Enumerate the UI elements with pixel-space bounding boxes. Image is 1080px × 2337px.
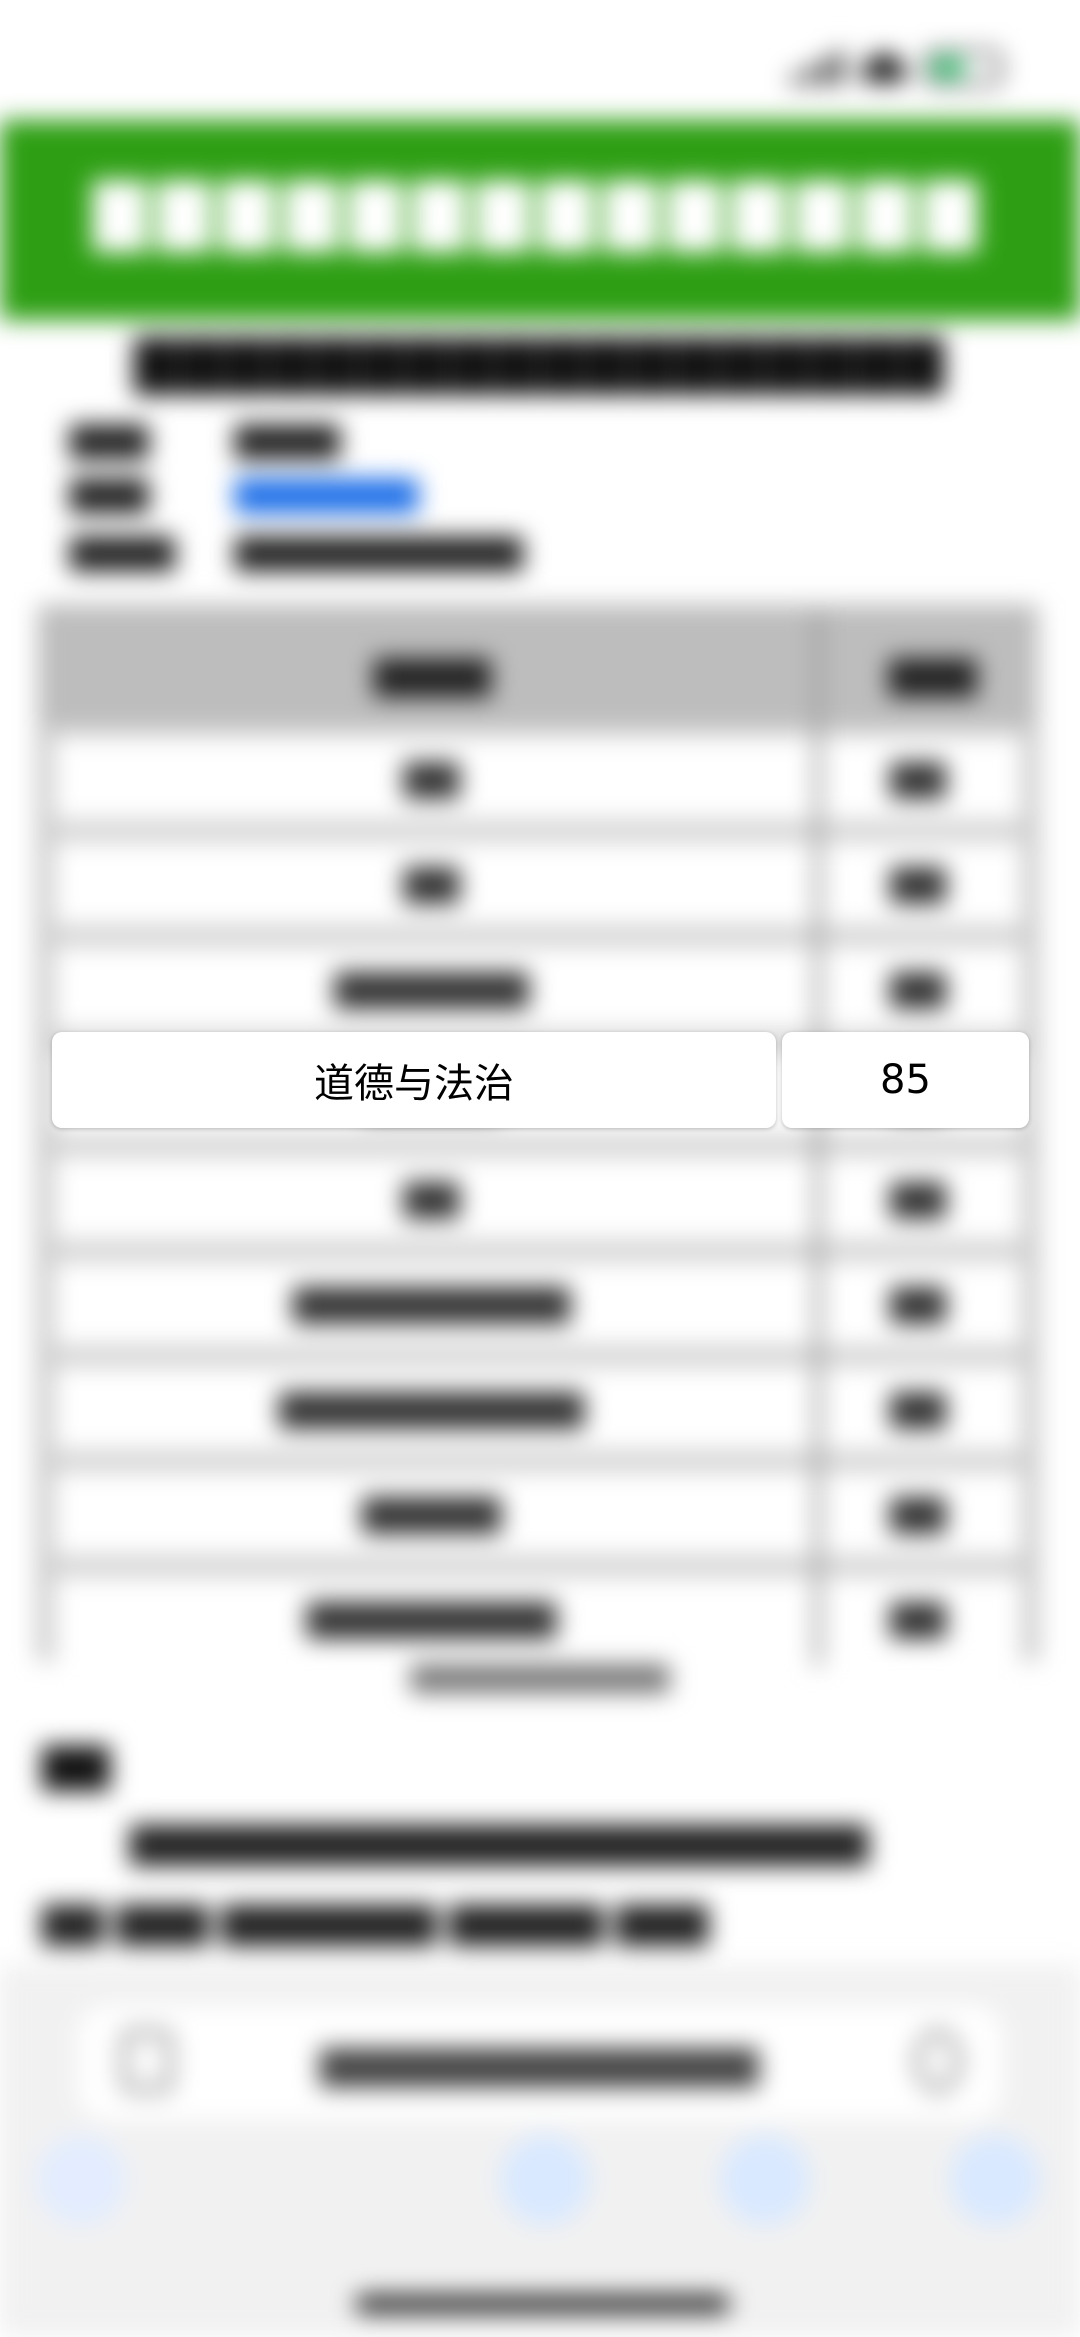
table-row: ▇▇ ▇▇ <box>54 1156 1022 1241</box>
table-header: ▇▇▇▇ ▇▇▇ <box>44 611 1032 726</box>
battery-icon <box>924 50 1002 86</box>
forward-icon[interactable] <box>270 2135 360 2225</box>
reload-icon[interactable] <box>915 2030 961 2092</box>
back-icon[interactable] <box>36 2135 126 2225</box>
table-row: ▇▇ ▇▇ <box>54 841 1022 926</box>
table-row: ▇▇▇▇▇▇▇▇▇▇▇ ▇▇ <box>54 1366 1022 1451</box>
screen: ▇▇▇▇▇▇▇▇▇▇▇▇▇▇ ▇▇▇▇▇▇▇▇▇▇▇▇▇▇▇▇▇▇ ▇▇▇ ▇▇▇… <box>0 0 1080 2337</box>
site-header-title: ▇▇▇▇▇▇▇▇▇▇▇▇▇▇ <box>93 170 987 252</box>
tab-switcher-icon[interactable] <box>950 2135 1040 2225</box>
table-row: ▇▇▇▇▇▇▇▇▇▇ ▇▇ <box>54 1261 1022 1346</box>
status-time <box>115 45 185 91</box>
wifi-icon <box>862 53 906 83</box>
notes-heading: ▇▇ <box>42 1740 110 1791</box>
home-indicator <box>355 2295 730 2313</box>
table-row: ▇▇▇▇▇▇▇▇▇ ▇▇ <box>54 1576 1022 1661</box>
status-icons <box>790 50 1002 86</box>
score-cell: 85 <box>782 1032 1029 1128</box>
address-bar-url[interactable]: ▇▇▇▇▇▇▇▇▇▇▇▇▇▇▇ <box>320 2043 758 2087</box>
status-bar <box>0 0 1080 120</box>
focused-table-row: 道德与法治 85 <box>52 1032 1052 1128</box>
meta-row-1: ▇▇▇ ▇▇▇▇ <box>70 420 340 460</box>
bookmarks-icon[interactable] <box>720 2135 810 2225</box>
table-column-divider <box>814 611 822 1666</box>
subject-cell: 道德与法治 <box>52 1032 776 1128</box>
score-table: ▇▇▇▇ ▇▇▇ ▇▇ ▇▇ ▇▇ ▇▇ ▇▇▇▇▇▇▇ ▇▇ ▇▇ ▇▇ ▇▇▇ ▇▇▇… <box>38 605 1038 1666</box>
table-row: ▇▇▇▇▇▇▇ ▇▇ <box>54 946 1022 1031</box>
document-title: ▇▇▇▇▇▇▇▇▇▇▇▇▇▇▇▇▇▇ <box>134 330 946 395</box>
cellular-signal-icon <box>790 51 844 85</box>
notes-line-2: ▇▇ ▇▇▇ ▇▇▇▇▇▇▇ ▇▇▇▇▇ ▇▇▇ <box>42 1900 709 1946</box>
blurred-background: ▇▇▇▇▇▇▇▇▇▇▇▇▇▇ ▇▇▇▇▇▇▇▇▇▇▇▇▇▇▇▇▇▇ ▇▇▇ ▇▇▇… <box>0 0 1080 2337</box>
table-row: ▇▇ ▇▇ <box>54 736 1022 821</box>
table-header-subject: ▇▇▇▇ <box>374 653 491 697</box>
table-caption: ▇▇▇▇▇▇▇▇▇▇▇▇ <box>410 1660 670 1693</box>
share-icon[interactable] <box>500 2135 590 2225</box>
meta-row-2[interactable]: ▇▇▇ ▇▇▇▇▇▇▇ <box>70 474 418 514</box>
notes-line-1: ▇▇▇▇▇▇▇▇▇▇▇▇▇▇▇▇▇▇▇▇▇▇▇▇ <box>130 1820 869 1866</box>
meta-row-3: ▇▇▇▇ ▇▇▇▇▇▇▇▇▇▇▇ <box>70 532 523 572</box>
table-row: ▇▇▇▇▇▇▇ <box>54 1471 1022 1556</box>
table-header-score: ▇▇▇ <box>889 653 977 697</box>
tabs-icon[interactable] <box>122 2030 172 2092</box>
